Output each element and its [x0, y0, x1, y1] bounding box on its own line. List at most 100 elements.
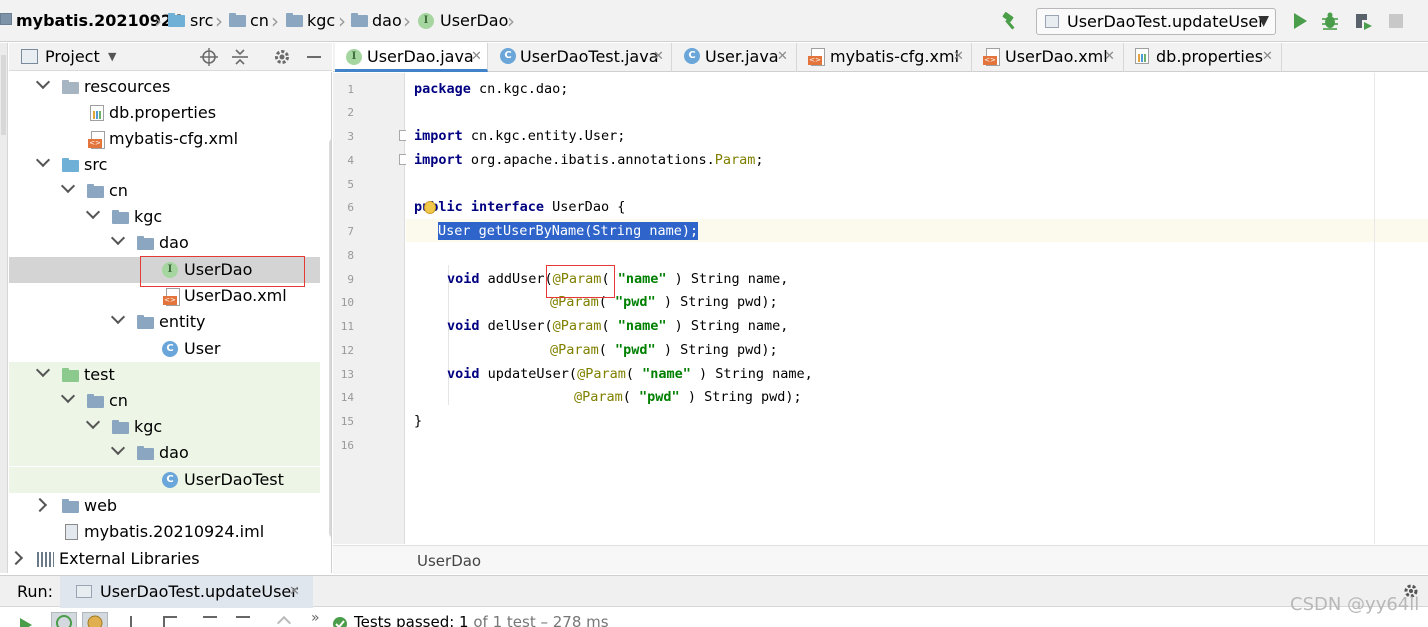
- tab-db-properties[interactable]: db.properties ✕: [1125, 43, 1282, 72]
- tree-item-kgc[interactable]: kgc: [9, 204, 320, 230]
- editor-breadcrumb-label[interactable]: UserDao: [417, 546, 481, 576]
- expand-arrow-icon[interactable]: [35, 152, 51, 168]
- code-editor[interactable]: package cn.kgc.dao; import cn.kgc.entity…: [406, 73, 1428, 544]
- collapse-all-icon[interactable]: [236, 616, 250, 618]
- tree-item-cn[interactable]: cn: [9, 178, 320, 204]
- tree-item-label: dao: [159, 443, 189, 462]
- xml-file-icon: [163, 288, 180, 306]
- editor-gutter[interactable]: 1 2 3 4 5 6 7 8 9 10 11 12 13 14 15 16: [333, 73, 409, 544]
- tab-label: UserDao.java: [367, 47, 474, 66]
- tree-item-test[interactable]: test: [9, 362, 320, 388]
- project-view-icon: [21, 49, 38, 64]
- code-line-1: package cn.kgc.dao;: [414, 78, 568, 101]
- tab-label: UserDaoTest.java: [520, 47, 659, 66]
- annotation-text: @Param: [550, 342, 599, 358]
- breadcrumb-cn[interactable]: cn: [250, 0, 269, 42]
- tree-item-label: cn: [109, 391, 128, 410]
- tree-item-dao[interactable]: dao: [9, 440, 320, 466]
- breadcrumb-src[interactable]: src: [190, 0, 213, 42]
- expand-arrow-icon[interactable]: [35, 74, 51, 90]
- tab-mybatis-cfg-xml[interactable]: mybatis-cfg.xml ✕: [798, 43, 972, 72]
- test-folder-icon: [62, 368, 79, 382]
- expand-arrow-icon[interactable]: [110, 440, 126, 456]
- expand-arrow-icon[interactable]: [85, 204, 101, 220]
- line-number: 7: [347, 225, 354, 238]
- breadcrumb-dao[interactable]: dao: [372, 0, 402, 42]
- ignored-icon: [87, 615, 103, 627]
- expand-arrow-icon[interactable]: [35, 362, 51, 378]
- tree-item-web[interactable]: web: [9, 493, 320, 519]
- tab-userdaotest-java[interactable]: C UserDaoTest.java ✕: [489, 43, 672, 72]
- tree-item-userdaotest[interactable]: C UserDaoTest: [9, 467, 320, 493]
- close-icon[interactable]: ✕: [777, 43, 788, 69]
- tab-user-java[interactable]: C User.java ✕: [673, 43, 797, 72]
- tree-item-mybatis-cfg-xml[interactable]: mybatis-cfg.xml: [9, 126, 320, 152]
- sort-duration-icon[interactable]: [163, 616, 177, 627]
- expand-arrow-icon[interactable]: [110, 230, 126, 246]
- tab-userdao-java[interactable]: I UserDao.java ✕: [335, 43, 488, 72]
- hide-panel-icon[interactable]: [307, 56, 321, 58]
- code-text: cn.kgc.entity.User;: [462, 128, 626, 144]
- run-tab-userdaotest-updateuser[interactable]: UserDaoTest.updateUser ✕: [60, 576, 313, 608]
- hammer-icon[interactable]: [1000, 11, 1020, 31]
- xml-file-icon: [88, 131, 105, 149]
- breadcrumb-userdao[interactable]: UserDao: [440, 0, 508, 42]
- expand-arrow-icon[interactable]: [32, 497, 48, 513]
- expand-arrow-icon[interactable]: [60, 388, 76, 404]
- code-text: ) String pwd);: [655, 294, 778, 310]
- run-icon[interactable]: [1292, 12, 1308, 30]
- string-literal: "pwd": [639, 389, 680, 405]
- tree-item-external-libraries[interactable]: External Libraries: [9, 546, 320, 572]
- previous-failed-icon[interactable]: [276, 615, 292, 627]
- expand-arrow-icon[interactable]: [110, 309, 126, 325]
- tree-item-dao[interactable]: dao: [9, 230, 320, 256]
- stop-icon[interactable]: [1389, 14, 1403, 28]
- close-icon[interactable]: ✕: [653, 43, 664, 69]
- debug-icon[interactable]: [1320, 11, 1340, 31]
- expand-arrow-icon[interactable]: [85, 414, 101, 430]
- code-text: (: [601, 318, 618, 334]
- code-text: updateUser(: [479, 366, 578, 382]
- package-icon: [351, 13, 368, 27]
- close-icon[interactable]: ✕: [1104, 43, 1115, 69]
- tree-item-user[interactable]: C User: [9, 336, 320, 362]
- close-icon[interactable]: ✕: [953, 43, 964, 69]
- close-icon[interactable]: ✕: [471, 43, 482, 69]
- left-tool-stripe[interactable]: [0, 43, 8, 573]
- close-icon[interactable]: ✕: [1262, 43, 1273, 69]
- tree-item-db-properties[interactable]: db.properties: [9, 100, 320, 126]
- expand-arrow-icon[interactable]: [9, 550, 24, 566]
- close-icon[interactable]: ✕: [289, 576, 300, 608]
- chevron-down-icon[interactable]: ▼: [108, 43, 116, 71]
- locate-icon[interactable]: [200, 48, 218, 66]
- tree-item-label: rescources: [84, 77, 171, 96]
- check-circle-icon: [333, 617, 347, 627]
- intention-bulb-icon[interactable]: [424, 201, 436, 214]
- editor-breadcrumb[interactable]: UserDao: [333, 545, 1428, 574]
- project-panel-title[interactable]: Project: [45, 43, 100, 71]
- expand-arrow-icon[interactable]: [60, 178, 76, 194]
- rerun-icon[interactable]: [19, 618, 33, 627]
- breadcrumb-separator: ›: [271, 9, 279, 33]
- run-configuration-label: UserDaoTest.updateUser: [1067, 12, 1265, 31]
- tree-item-label: dao: [159, 233, 189, 252]
- tree-item-entity[interactable]: entity: [9, 309, 320, 335]
- tab-userdao-xml[interactable]: UserDao.xml ✕: [973, 43, 1124, 72]
- coverage-icon[interactable]: [1353, 11, 1373, 31]
- project-stripe-button[interactable]: [1, 55, 6, 135]
- collapse-all-icon[interactable]: [231, 48, 249, 66]
- tree-item-src[interactable]: src: [9, 152, 320, 178]
- tree-item-kgc[interactable]: kgc: [9, 414, 320, 440]
- run-configuration-selector[interactable]: UserDaoTest.updateUser ▼: [1036, 8, 1276, 35]
- tree-item-rescources[interactable]: rescources: [9, 74, 320, 100]
- resources-folder-icon: [62, 80, 79, 94]
- tree-item-cn[interactable]: cn: [9, 388, 320, 414]
- tree-scrollbar[interactable]: [329, 138, 331, 538]
- tree-item-iml-file[interactable]: mybatis.20210924.iml: [9, 519, 320, 545]
- expand-all-icon[interactable]: [203, 616, 217, 618]
- gear-icon[interactable]: [273, 48, 291, 66]
- tests-detail-text: of 1 test – 278 ms: [468, 613, 609, 627]
- more-actions-icon[interactable]: »: [311, 610, 320, 626]
- sort-alphabetically-icon[interactable]: [130, 616, 144, 627]
- breadcrumb-kgc[interactable]: kgc: [307, 0, 335, 42]
